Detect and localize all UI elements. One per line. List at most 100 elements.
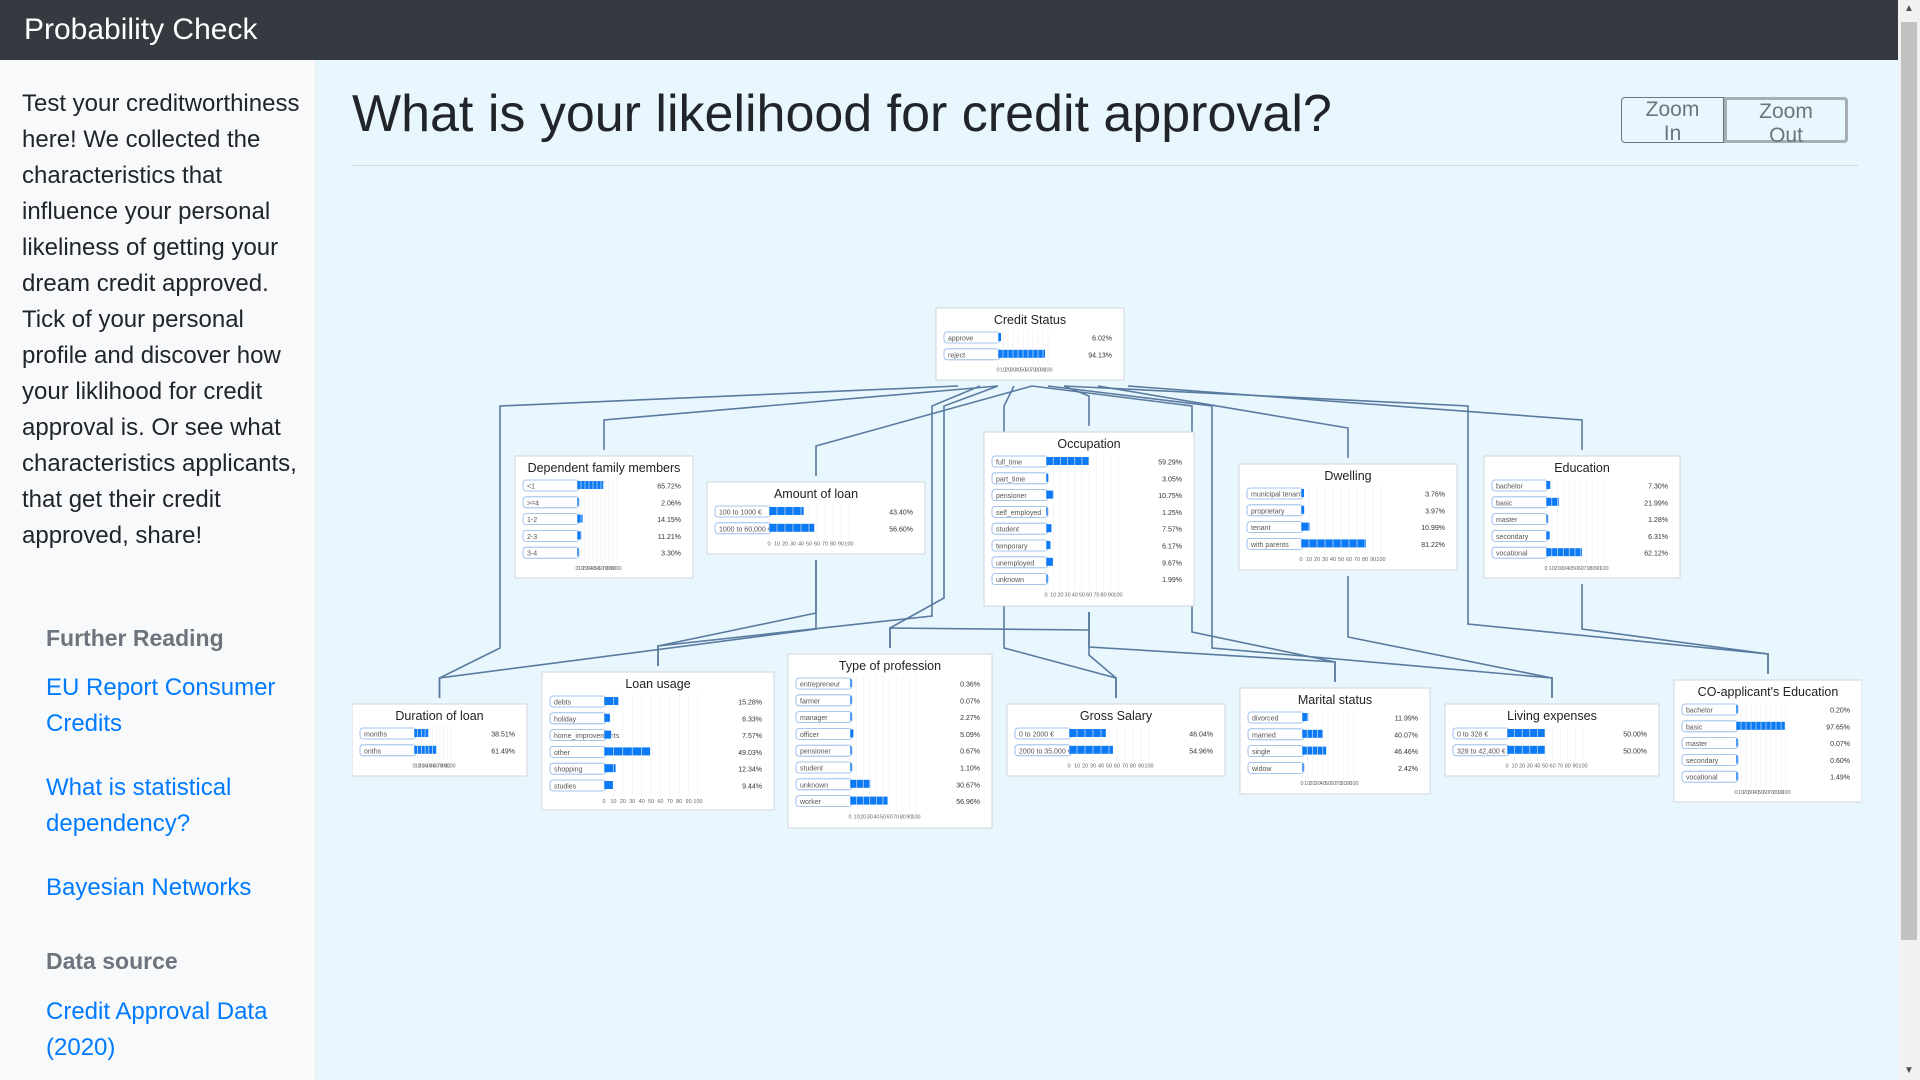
node-coeducation[interactable]: CO-applicant's Education bachelor 0.20% bas… <box>1673 679 1862 803</box>
probability-value: 3.30% <box>661 551 681 558</box>
axis-tick-label: 100 <box>1599 566 1608 572</box>
node-profession[interactable]: Type of profession entrepreneur 0.36% farme… <box>787 653 993 829</box>
axis-tick-label: 60 <box>1086 592 1092 598</box>
probability-value: 11.21% <box>658 534 681 541</box>
node-amount[interactable]: Amount of loan 100 to 1000 € 43.40% 1000 to… <box>706 481 926 555</box>
probability-bar <box>1301 539 1366 548</box>
node-dependents[interactable]: Dependent family members <1 65.72% >=4 2.06%… <box>514 455 694 579</box>
probability-value: 15.28% <box>738 700 762 707</box>
axis-tick-label: 0 <box>1505 764 1508 770</box>
edge-line <box>1347 576 1553 698</box>
state-label: <1 <box>527 484 535 491</box>
axis-tick-label: 0 <box>1044 592 1047 598</box>
axis-tick-label: 80 <box>830 542 836 548</box>
state-label: approve <box>948 336 973 343</box>
page-scrollbar[interactable]: ▲ ▼ <box>1898 0 1920 1080</box>
zoom-out-button[interactable]: Zoom Out <box>1724 97 1848 147</box>
axis-tick-label: 40 <box>798 542 804 548</box>
axis-tick-label: 90 <box>838 542 844 548</box>
probability-bar <box>1546 481 1551 489</box>
edge-line <box>1088 612 1117 698</box>
state-label: married <box>1252 732 1276 739</box>
probability-value: 12.34% <box>738 767 762 774</box>
axis-tick-label: 30 <box>790 542 796 548</box>
probability-value: 0.07% <box>960 698 980 705</box>
node-title: Gross Salary <box>1080 709 1153 723</box>
node-title: Dwelling <box>1324 469 1371 483</box>
axis-tick-label: 10 <box>854 814 860 820</box>
state-label: student <box>800 766 823 773</box>
probability-value: 14.15% <box>657 517 681 524</box>
scrollbar-thumb[interactable] <box>1901 22 1917 940</box>
state-label: studies <box>554 784 577 791</box>
link-eu-report[interactable]: EU Report Consumer Credits <box>46 670 296 742</box>
probability-value: 56.60% <box>889 526 913 533</box>
top-navbar: Probability Check <box>0 0 1898 60</box>
probability-value: 6.02% <box>1092 336 1112 343</box>
scroll-down-arrow-icon[interactable]: ▼ <box>1898 1062 1920 1080</box>
probability-bar <box>769 523 815 532</box>
probability-value: 1.25% <box>1162 510 1182 517</box>
probability-value: 0.20% <box>1830 708 1850 715</box>
state-label: widow <box>1251 766 1272 773</box>
axis-tick-label: 80 <box>1565 764 1571 770</box>
data-source-heading: Data source <box>46 948 178 974</box>
node-dwelling[interactable]: Dwelling municipal tenant 3.76% proprietary… <box>1238 463 1458 571</box>
node-salary[interactable]: Gross Salary 0 to 2000 € 46.04% 2000 to 35,… <box>1006 703 1226 777</box>
state-label: master <box>1496 517 1518 524</box>
probability-bar <box>1301 489 1305 497</box>
node-title: Amount of loan <box>774 487 858 501</box>
axis-tick-label: 40 <box>1534 764 1540 770</box>
axis-tick-label: 20 <box>1082 764 1088 770</box>
probability-value: 6.17% <box>1162 544 1182 551</box>
probability-bar <box>1046 473 1049 482</box>
state-label: 1000 to 60,000 € <box>719 526 772 533</box>
node-duration[interactable]: Duration of loanmonths 38.51%onths 61.49%0… <box>352 703 528 777</box>
link-credit-approval-data[interactable]: Credit Approval Data (2020) <box>46 994 296 1066</box>
state-label: bachelor <box>1686 708 1714 715</box>
probability-bar <box>1546 531 1550 540</box>
probability-value: 6.31% <box>1648 534 1668 541</box>
state-label: 328 to 42,400 € <box>1457 748 1506 755</box>
probability-bar <box>604 730 612 739</box>
axis-tick-label: 30 <box>1090 764 1096 770</box>
node-occupation[interactable]: Occupation full_time 59.29% part_time 3.05% p… <box>983 431 1195 607</box>
node-living[interactable]: Living expenses 0 to 328 € 50.00% 328 to 42… <box>1444 703 1660 777</box>
axis-tick-label: 100 <box>844 542 853 548</box>
probability-value: 0.60% <box>1830 758 1850 765</box>
axis-tick-label: 100 <box>1043 368 1052 374</box>
node-education[interactable]: Education bachelor 7.30% basic 21.99% master 1… <box>1483 455 1681 579</box>
node-title: Marital status <box>1298 693 1372 707</box>
scroll-up-arrow-icon[interactable]: ▲ <box>1898 0 1920 18</box>
axis-tick-label: 60 <box>1114 764 1120 770</box>
link-statistical-dependency[interactable]: What is statistical dependency? <box>46 770 296 842</box>
link-bayesian-networks[interactable]: Bayesian Networks <box>46 870 296 906</box>
state-label: master <box>1686 741 1708 748</box>
axis-tick-label: 100 <box>1349 781 1358 787</box>
axis-tick-label: 50 <box>1338 557 1344 563</box>
axis-tick-label: 30 <box>1065 592 1071 598</box>
state-label: bachelor <box>1496 484 1524 491</box>
state-label: reject <box>948 352 965 359</box>
probability-value: 6.33% <box>742 716 762 723</box>
state-label: >=4 <box>527 500 539 507</box>
axis-tick-label: 50 <box>1079 592 1085 598</box>
probability-value: 0.07% <box>1830 741 1850 748</box>
axis-tick-label: 20 <box>1314 557 1320 563</box>
axis-tick-label: 100 <box>1578 764 1587 770</box>
probability-value: 1.49% <box>1830 775 1850 782</box>
navbar-brand[interactable]: Probability Check <box>24 13 257 47</box>
node-credit-status[interactable]: Credit Statusapprove 6.02%reject 94.13%0 10… <box>935 307 1125 381</box>
probability-value: 2.06% <box>661 500 681 507</box>
node-title: Occupation <box>1057 437 1120 451</box>
probability-bar <box>1736 721 1785 730</box>
axis-tick-label: 40 <box>873 814 879 820</box>
node-usage[interactable]: Loan usagedebts 15.28%holiday 6.33%home_im… <box>541 671 775 811</box>
node-title: Dependent family members <box>528 461 681 475</box>
node-marital[interactable]: Marital status divorced 11.99% married 40.07… <box>1239 687 1431 795</box>
state-label: debts <box>554 700 572 707</box>
node-title: Credit Status <box>994 313 1066 327</box>
zoom-in-button[interactable]: Zoom In <box>1621 97 1724 145</box>
probability-value: 11.99% <box>1395 716 1418 723</box>
axis-tick-label: 80 <box>900 814 906 820</box>
